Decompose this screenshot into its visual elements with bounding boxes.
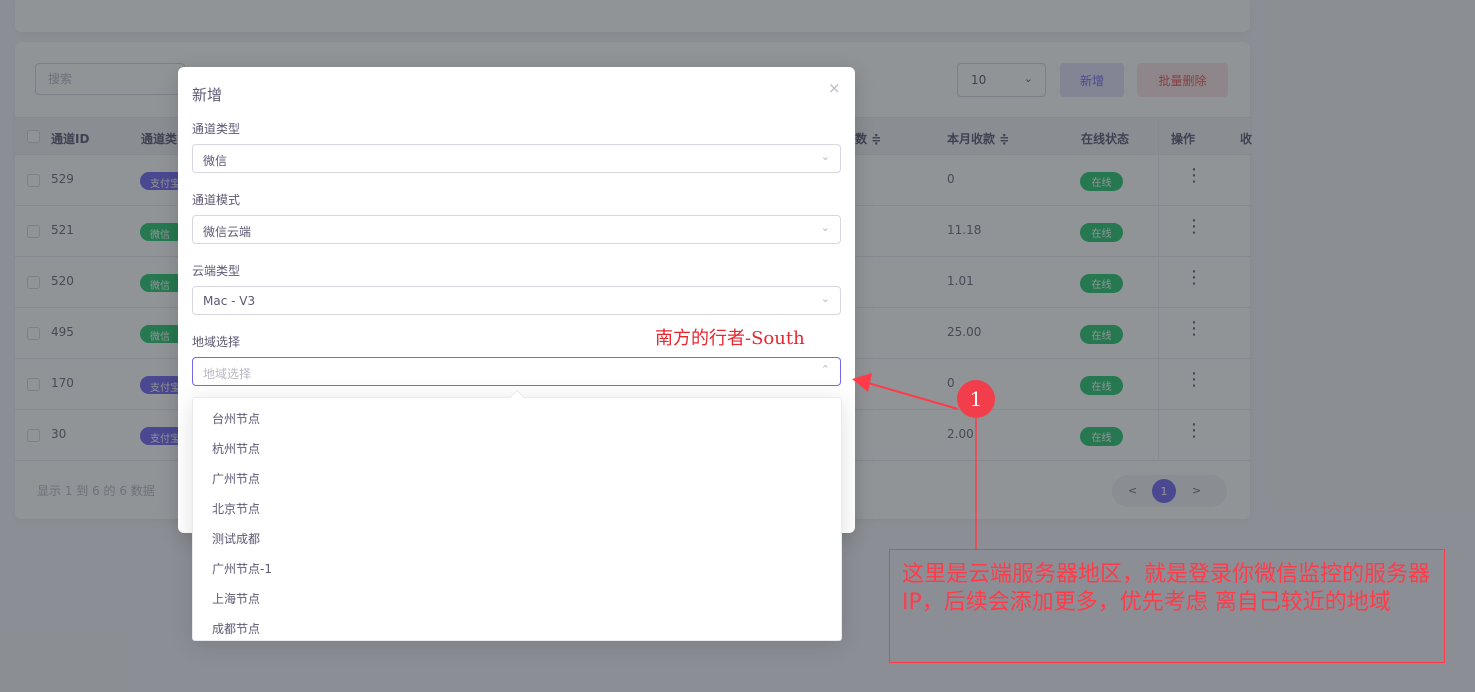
callout-note: 这里是云端服务器地区，就是登录你微信监控的服务器IP，后续会添加更多，优先考虑 …: [889, 549, 1445, 663]
step-number-badge: 1: [957, 380, 995, 418]
